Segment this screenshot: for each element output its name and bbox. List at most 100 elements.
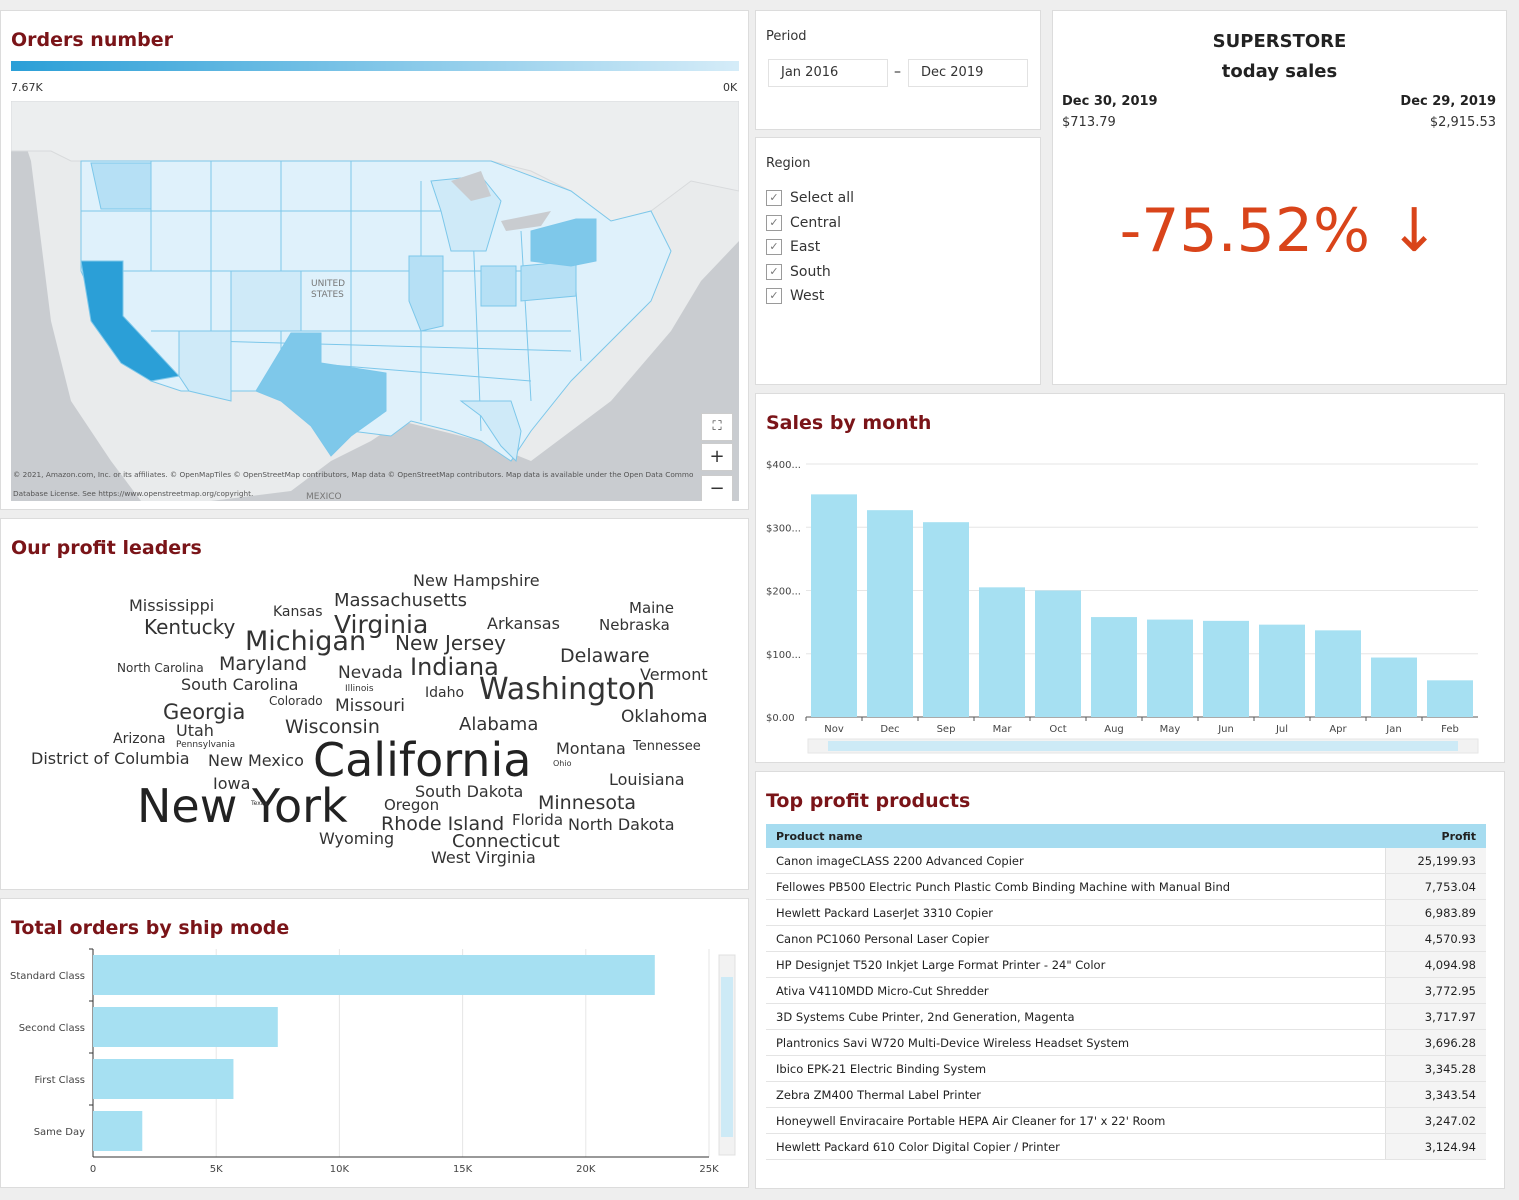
- region-option-central[interactable]: ✓ Central: [766, 212, 841, 234]
- word-florida[interactable]: Florida: [512, 813, 563, 828]
- month-x-tick: May: [1160, 724, 1181, 735]
- kpi-prev-date: Dec 29, 2019: [1400, 94, 1496, 109]
- table-row[interactable]: HP Designjet T520 Inkjet Large Format Pr…: [766, 951, 1486, 978]
- word-north-carolina[interactable]: North Carolina: [117, 662, 204, 674]
- region-option-select-all[interactable]: ✓ Select all: [766, 187, 854, 209]
- word-illinois[interactable]: Illinois: [345, 685, 374, 694]
- ship-bar: [93, 1007, 278, 1047]
- word-nebraska[interactable]: Nebraska: [599, 618, 670, 633]
- word-south-carolina[interactable]: South Carolina: [181, 677, 298, 693]
- profit-cell: 7,753.04: [1385, 873, 1486, 900]
- month-y-tick: $300...: [766, 523, 801, 534]
- region-option-east[interactable]: ✓ East: [766, 236, 820, 258]
- recenter-icon: ⛶: [712, 419, 722, 434]
- table-row[interactable]: Hewlett Packard LaserJet 3310 Copier 6,98…: [766, 899, 1486, 926]
- table-row[interactable]: Plantronics Savi W720 Multi-Device Wirel…: [766, 1029, 1486, 1056]
- table-row[interactable]: 3D Systems Cube Printer, 2nd Generation,…: [766, 1003, 1486, 1030]
- word-nevada[interactable]: Nevada: [338, 665, 403, 682]
- word-georgia[interactable]: Georgia: [163, 702, 245, 723]
- word-ohio[interactable]: Ohio: [553, 760, 571, 768]
- word-utah[interactable]: Utah: [176, 723, 214, 739]
- table-row[interactable]: Canon PC1060 Personal Laser Copier 4,570.…: [766, 925, 1486, 952]
- period-filter-panel: Period Jan 2016 – Dec 2019: [755, 10, 1041, 130]
- month-y-tick: $100...: [766, 650, 801, 661]
- checkbox-icon[interactable]: ✓: [766, 288, 782, 304]
- month-x-tick: Sep: [937, 724, 956, 735]
- us-choropleth-map[interactable]: UNITED STATES MEXICO © 2021, Amazon.com,…: [11, 101, 739, 501]
- region-option-west[interactable]: ✓ West: [766, 285, 824, 307]
- word-new-york[interactable]: New York: [137, 783, 348, 829]
- word-maryland[interactable]: Maryland: [219, 655, 307, 674]
- kpi-subtitle: today sales: [1221, 61, 1338, 82]
- product-name-cell: Honeywell Enviracaire Portable HEPA Air …: [766, 1107, 1386, 1134]
- month-bar: [1147, 619, 1193, 717]
- word-colorado[interactable]: Colorado: [269, 695, 323, 707]
- word-california[interactable]: California: [313, 737, 531, 783]
- word-louisiana[interactable]: Louisiana: [609, 772, 685, 788]
- word-maine[interactable]: Maine: [629, 601, 674, 616]
- ship-mode-panel: Total orders by ship mode 0 5K 10K 15K 20K 25…: [0, 898, 749, 1188]
- word-massachusetts[interactable]: Massachusetts: [334, 592, 467, 610]
- region-option-south[interactable]: ✓ South: [766, 261, 831, 283]
- word-delaware[interactable]: Delaware: [560, 647, 650, 666]
- word-tennessee[interactable]: Tennessee: [633, 740, 701, 753]
- state-washington: [90, 162, 152, 210]
- map-color-legend: [11, 61, 739, 71]
- word-north-dakota[interactable]: North Dakota: [568, 817, 675, 833]
- table-row[interactable]: Honeywell Enviracaire Portable HEPA Air …: [766, 1107, 1486, 1134]
- product-name-cell: Fellowes PB500 Electric Punch Plastic Co…: [766, 873, 1386, 900]
- word-district-of-columbia[interactable]: District of Columbia: [31, 751, 190, 767]
- zoom-in-button[interactable]: +: [701, 443, 733, 471]
- col-profit[interactable]: Profit: [1385, 824, 1486, 848]
- word-alabama[interactable]: Alabama: [459, 716, 538, 734]
- word-oklahoma[interactable]: Oklahoma: [621, 709, 708, 726]
- product-name-cell: HP Designjet T520 Inkjet Large Format Pr…: [766, 951, 1386, 978]
- table-row[interactable]: Fellowes PB500 Electric Punch Plastic Co…: [766, 873, 1486, 900]
- word-montana[interactable]: Montana: [556, 741, 626, 757]
- product-name-cell: Zebra ZM400 Thermal Label Printer: [766, 1081, 1386, 1108]
- word-wyoming[interactable]: Wyoming: [319, 831, 394, 847]
- word-missouri[interactable]: Missouri: [335, 698, 405, 715]
- month-x-tick: Oct: [1049, 724, 1066, 735]
- word-idaho[interactable]: Idaho: [425, 686, 464, 700]
- kpi-title: SUPERSTORE: [1212, 31, 1347, 52]
- region-option-label: East: [790, 239, 821, 255]
- word-arizona[interactable]: Arizona: [113, 732, 166, 746]
- word-washington[interactable]: Washington: [479, 675, 655, 705]
- checkbox-icon[interactable]: ✓: [766, 214, 782, 231]
- month-bar: [1203, 620, 1249, 717]
- table-row[interactable]: Ativa V4110MDD Micro-Cut Shredder 3,772.9…: [766, 977, 1486, 1004]
- word-new-hampshire[interactable]: New Hampshire: [413, 573, 540, 589]
- period-from-input[interactable]: Jan 2016: [768, 59, 888, 87]
- profit-cell: 4,094.98: [1385, 951, 1486, 978]
- profit-cell: 25,199.93: [1385, 848, 1486, 874]
- product-name-cell: Hewlett Packard 610 Color Digital Copier…: [766, 1133, 1386, 1160]
- table-row[interactable]: Hewlett Packard 610 Color Digital Copier…: [766, 1133, 1486, 1160]
- word-arkansas[interactable]: Arkansas: [487, 616, 560, 632]
- month-y-tick: $0.00: [766, 713, 795, 724]
- map-recenter-button[interactable]: ⛶: [701, 413, 733, 441]
- checkbox-icon[interactable]: ✓: [766, 239, 782, 255]
- word-michigan[interactable]: Michigan: [245, 628, 366, 655]
- month-x-tick: Jul: [1275, 724, 1288, 735]
- word-oregon[interactable]: Oregon: [384, 798, 439, 813]
- checkbox-icon[interactable]: ✓: [766, 190, 782, 206]
- ship-mode-chart: 0 5K 10K 15K 20K 25K Standard Class Second Clas…: [10, 948, 736, 1175]
- zoom-out-button[interactable]: −: [701, 475, 733, 501]
- word-new-jersey[interactable]: New Jersey: [395, 633, 506, 653]
- month-y-tick: $400...: [766, 460, 801, 471]
- table-row[interactable]: Zebra ZM400 Thermal Label Printer 3,343.5…: [766, 1081, 1486, 1108]
- word-texas[interactable]: Texas: [251, 801, 268, 807]
- state-ohio: [480, 265, 517, 307]
- table-row[interactable]: Canon imageCLASS 2200 Advanced Copier 25,…: [766, 848, 1486, 874]
- word-west-virginia[interactable]: West Virginia: [431, 850, 536, 866]
- period-to-input[interactable]: Dec 2019: [908, 59, 1028, 87]
- col-product-name[interactable]: Product name: [766, 824, 1386, 848]
- word-mississippi[interactable]: Mississippi: [129, 598, 214, 614]
- top-products-table: Product name Profit Canon imageCLASS 220…: [766, 824, 1486, 1160]
- word-kentucky[interactable]: Kentucky: [144, 617, 235, 637]
- word-kansas[interactable]: Kansas: [273, 605, 323, 619]
- word-new-mexico[interactable]: New Mexico: [208, 753, 304, 769]
- table-row[interactable]: Ibico EPK-21 Electric Binding System 3,34…: [766, 1055, 1486, 1082]
- checkbox-icon[interactable]: ✓: [766, 263, 782, 280]
